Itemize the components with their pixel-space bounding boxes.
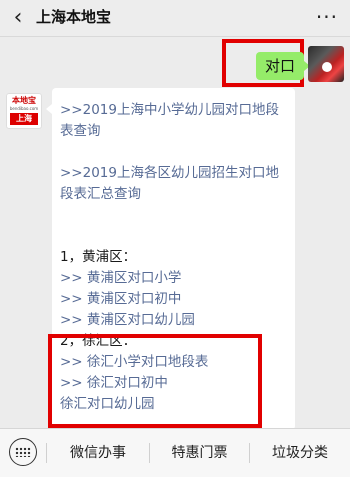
district-heading: 1，黄浦区：	[60, 249, 137, 265]
user-avatar[interactable]	[308, 46, 344, 82]
chevron-left-icon[interactable]: ‹	[8, 6, 28, 30]
message-link[interactable]: >> 黄浦区对口小学	[60, 268, 287, 289]
keyboard-icon[interactable]	[9, 438, 37, 466]
message-link[interactable]: >>2019上海中小学幼儿园对口地段	[60, 100, 287, 121]
avatar-brand: 本地宝	[12, 96, 36, 105]
more-dots-icon[interactable]: ···	[316, 3, 338, 31]
highlight-box	[48, 334, 262, 428]
menu-item-discount-tickets[interactable]: 特惠门票	[150, 429, 249, 477]
message-link[interactable]: >>2019上海各区幼儿园招生对口地	[60, 163, 287, 184]
menu-item-garbage-sorting[interactable]: 垃圾分类	[250, 429, 350, 477]
message-link[interactable]: >> 黄浦区对口幼儿园	[60, 310, 287, 331]
outgoing-message[interactable]: 对口	[256, 52, 311, 80]
message-link[interactable]: 段表汇总查询	[60, 184, 287, 205]
bottom-menu-bar: 微信办事 特惠门票 垃圾分类	[0, 428, 350, 477]
chat-area: 对口 本地宝 bendibao.com 上海 >>2019上海中小学幼儿园对口地…	[0, 37, 350, 430]
top-bar: ‹ 上海本地宝 ···	[0, 0, 350, 37]
message-link[interactable]: 表查询	[60, 121, 287, 142]
menu-item-wechat-services[interactable]: 微信办事	[47, 429, 149, 477]
avatar-city: 上海	[10, 113, 38, 125]
message-link[interactable]: >> 黄浦区对口初中	[60, 289, 287, 310]
avatar-domain: bendibao.com	[9, 106, 39, 111]
chat-title: 上海本地宝	[36, 8, 112, 26]
official-account-avatar[interactable]: 本地宝 bendibao.com 上海	[6, 93, 42, 129]
